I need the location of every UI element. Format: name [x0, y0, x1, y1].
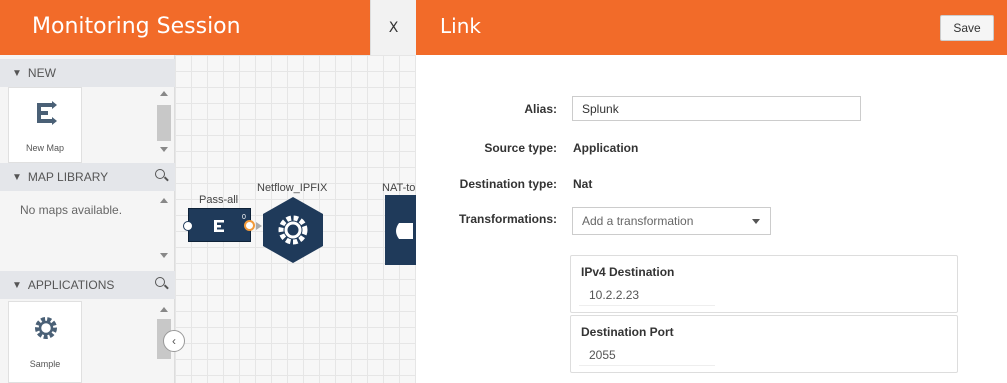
transformation-card-ipv4-destination: IPv4 Destination 10.2.2.23 [570, 255, 958, 313]
sample-label: Sample [29, 359, 61, 369]
transformation-title: Destination Port [581, 325, 674, 339]
destination-port-field[interactable]: 2055 [579, 344, 715, 366]
chevron-down-icon: ▼ [12, 171, 22, 183]
scroll-up-icon[interactable] [160, 91, 168, 96]
section-applications-label: APPLICATIONS [27, 278, 115, 292]
input-port[interactable] [183, 221, 193, 231]
scroll-up-icon[interactable] [160, 307, 168, 312]
new-map-tile[interactable]: New Map [8, 87, 82, 163]
map-icon [214, 220, 224, 232]
map-library-scrollbar[interactable] [154, 191, 174, 271]
section-map-library-header[interactable]: ▼ MAP LIBRARY [0, 163, 175, 191]
section-new-header[interactable]: ▼ NEW [0, 59, 175, 87]
chevron-left-icon: ‹ [172, 334, 176, 348]
section-applications-header[interactable]: ▼ APPLICATIONS [0, 271, 175, 299]
link-panel-title: Link [440, 14, 481, 38]
alias-input[interactable] [572, 96, 861, 121]
link-panel-header [416, 0, 1007, 55]
sidebar: ▼ NEW New Map ▼ MAP LIBRARY No maps avai… [0, 55, 175, 383]
netflow-ipfix-app-node[interactable] [261, 195, 325, 265]
source-type-value: Application [573, 141, 639, 155]
gear-icon [35, 317, 57, 339]
destination-type-label: Destination type: [459, 177, 557, 191]
page-title: Monitoring Session [32, 14, 241, 39]
nat-node-label: NAT-to [382, 182, 416, 194]
chevron-down-icon [752, 219, 760, 224]
pass-all-map-node[interactable]: 0 [188, 208, 251, 242]
new-scroll-thumb[interactable] [157, 105, 171, 141]
ipv4-destination-field[interactable]: 10.2.2.23 [579, 284, 715, 306]
nat-node[interactable] [385, 195, 417, 265]
destination-type-value: Nat [573, 177, 593, 191]
scroll-down-icon[interactable] [160, 253, 168, 258]
output-port[interactable] [244, 220, 255, 231]
chevron-down-icon: ▼ [12, 279, 22, 291]
no-maps-text: No maps available. [20, 203, 123, 217]
source-type-label: Source type: [484, 141, 557, 155]
pass-all-node-label: Pass-all [199, 194, 239, 206]
chevron-down-icon: ▼ [12, 67, 22, 79]
save-button[interactable]: Save [940, 15, 994, 41]
new-map-label: New Map [25, 143, 64, 153]
new-map-icon [37, 101, 57, 125]
section-new-label: NEW [27, 66, 56, 80]
transformation-card-destination-port: Destination Port 2055 [570, 315, 958, 373]
transformations-label: Transformations: [458, 212, 557, 226]
port-label: 0 [242, 214, 246, 221]
transformation-title: IPv4 Destination [581, 265, 675, 279]
transformation-placeholder: Add a transformation [582, 214, 694, 228]
section-map-library-label: MAP LIBRARY [27, 170, 109, 184]
close-button[interactable]: X [370, 0, 416, 55]
scroll-up-icon[interactable] [160, 198, 168, 203]
sample-application-tile[interactable]: Sample [8, 301, 82, 383]
netflow-node-label: Netflow_IPFIX [257, 182, 328, 194]
alias-label: Alias: [524, 102, 557, 116]
search-icon[interactable] [155, 277, 165, 287]
app-root: Monitoring Session X ▼ NEW New Map ▼ MAP… [0, 0, 1007, 383]
transformation-select[interactable]: Add a transformation [572, 207, 771, 235]
monitoring-session-header: Monitoring Session [0, 0, 370, 55]
collapse-sidebar-button[interactable]: ‹ [163, 330, 185, 352]
search-icon[interactable] [155, 169, 165, 179]
scroll-down-icon[interactable] [160, 147, 168, 152]
